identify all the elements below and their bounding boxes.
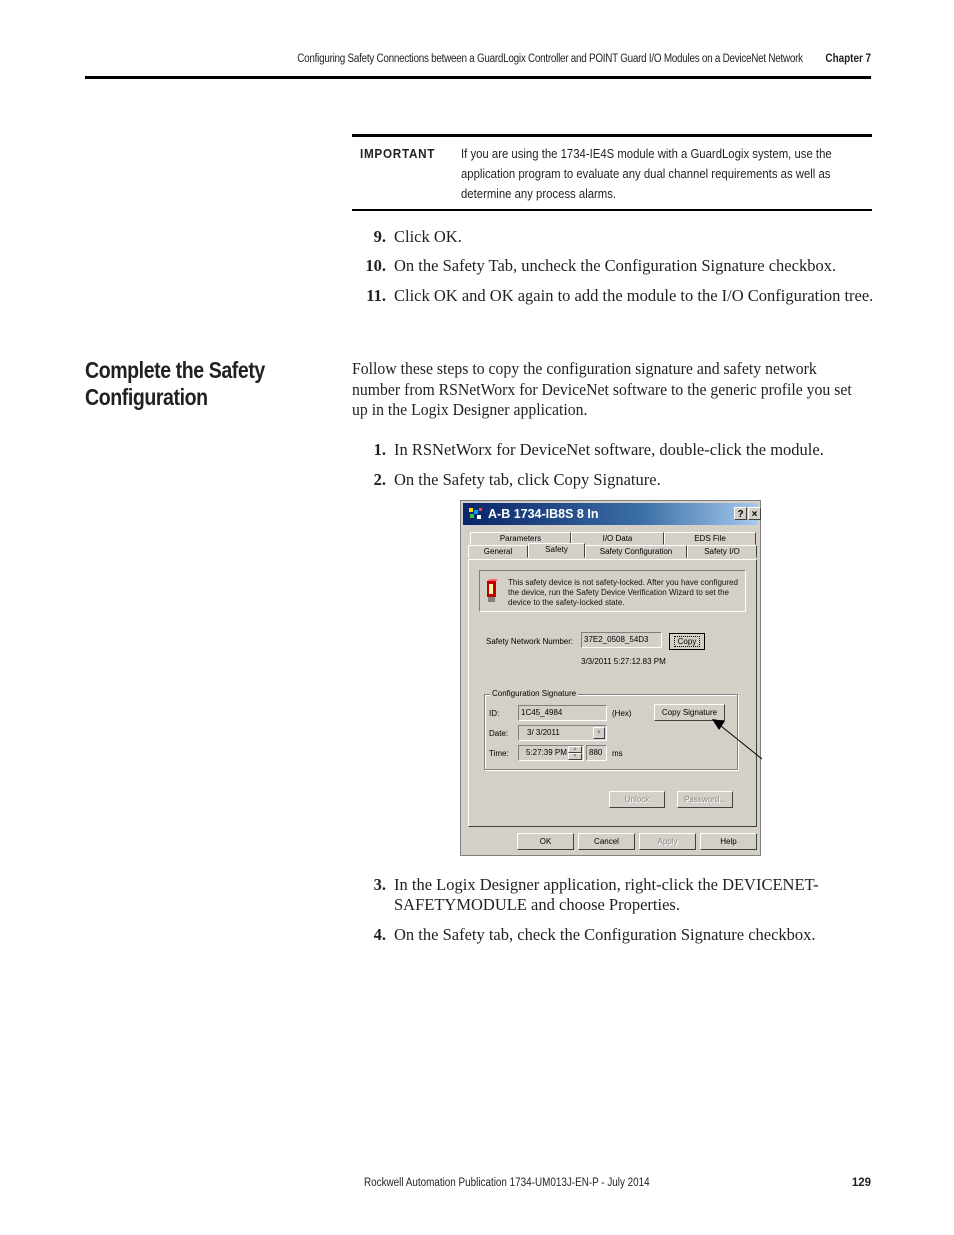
step-text-line2: SAFETYMODULE and choose Properties. [394,895,680,914]
snn-field[interactable]: 37E2_0508_54D3 [581,632,662,648]
cancel-button[interactable]: Cancel [578,833,635,850]
tab-safety-configuration[interactable]: Safety Configuration [585,545,687,558]
safety-lock-warning: This safety device is not safety-locked.… [479,570,746,612]
step-text: In RSNetWorx for DeviceNet software, dou… [394,440,824,459]
step-2: 2. On the Safety tab, click Copy Signatur… [358,470,661,490]
group-title: Configuration Signature [490,689,579,698]
publication-footer: Rockwell Automation Publication 1734-UM0… [364,1177,650,1189]
snn-timestamp: 3/3/2011 5:27:12.83 PM [581,657,666,666]
apply-button[interactable]: Apply [639,833,696,850]
signature-date-picker[interactable]: 3/ 3/2011 ▼ [518,725,607,741]
page-header: Configuring Safety Connections between a… [85,52,871,79]
step-number: 9. [373,227,386,246]
time-spinner[interactable]: ▲ ▼ [568,746,582,760]
spin-up-icon[interactable]: ▲ [568,746,582,753]
step-number: 3. [373,875,386,894]
safety-module-icon [487,579,498,602]
step-9: 9. Click OK. [358,227,462,247]
dialog-title: A-B 1734-IB8S 8 In [488,507,599,521]
step-text: On the Safety Tab, uncheck the Configura… [394,256,837,275]
step-text: In the Logix Designer application, right… [394,875,819,915]
copy-snn-button[interactable]: Copy [669,633,705,650]
password-button[interactable]: Password... [677,791,733,808]
step-10: 10. On the Safety Tab, uncheck the Config… [358,256,836,276]
signature-id-field[interactable]: 1C45_4984 [518,705,607,721]
tab-eds-file[interactable]: EDS File [664,532,756,545]
date-label: Date: [489,729,509,738]
step-4: 4. On the Safety tab, check the Configura… [358,925,816,945]
important-label: IMPORTANT [360,146,436,161]
time-label: Time: [489,749,509,758]
help-button[interactable]: ? [734,507,747,520]
ms-label: ms [612,749,623,758]
step-text: Click OK. [394,227,462,246]
important-note: IMPORTANT If you are using the 1734-IE4S… [352,134,872,211]
spin-down-icon[interactable]: ▼ [568,753,582,760]
time-value: 5:27:39 PM [526,748,567,757]
chapter-label: Chapter 7 [825,53,871,65]
ok-button[interactable]: OK [517,833,574,850]
step-text: On the Safety tab, check the Configurati… [394,925,816,944]
id-label: ID: [489,709,500,718]
tab-safety[interactable]: Safety [528,543,585,558]
step-text-line1: In the Logix Designer application, right… [394,875,819,894]
unlock-button[interactable]: Unlock [609,791,665,808]
page-number: 129 [851,1177,871,1189]
hex-label: (Hex) [612,709,632,718]
important-text: If you are using the 1734-IE4S module wi… [461,146,832,201]
step-text: Click OK and OK again to add the module … [394,286,874,305]
module-properties-dialog: A-B 1734-IB8S 8 In ? × Parameters I/O Da… [460,500,763,856]
tab-general[interactable]: General [468,545,528,558]
dialog-titlebar: A-B 1734-IB8S 8 In ? × [463,503,761,525]
running-title: Configuring Safety Connections between a… [297,53,803,65]
step-number: 10. [365,256,386,275]
step-number: 11. [366,286,386,305]
step-number: 2. [373,470,386,489]
dropdown-arrow-icon[interactable]: ▼ [593,727,605,739]
step-number: 4. [373,925,386,944]
section-heading: Complete the Safety Configuration [85,357,265,410]
warning-text: This safety device is not safety-locked.… [508,578,738,607]
section-intro: Follow these steps to copy the configura… [352,359,852,419]
network-module-icon [469,508,482,519]
tab-safety-io[interactable]: Safety I/O [687,545,757,558]
step-1: 1. In RSNetWorx for DeviceNet software, d… [358,440,824,460]
step-11: 11. Click OK and OK again to add the modu… [358,286,873,306]
step-text: On the Safety tab, click Copy Signature. [394,470,661,489]
step-3: 3. In the Logix Designer application, rig… [358,875,819,915]
step-number: 1. [373,440,386,459]
close-button[interactable]: × [748,507,761,520]
copy-button-label: Copy [673,636,701,647]
ms-field[interactable]: 880 [586,745,607,761]
copy-signature-button[interactable]: Copy Signature [654,704,725,721]
help-footer-button[interactable]: Help [700,833,757,850]
snn-label: Safety Network Number: [486,637,574,646]
date-value: 3/ 3/2011 [527,728,560,737]
